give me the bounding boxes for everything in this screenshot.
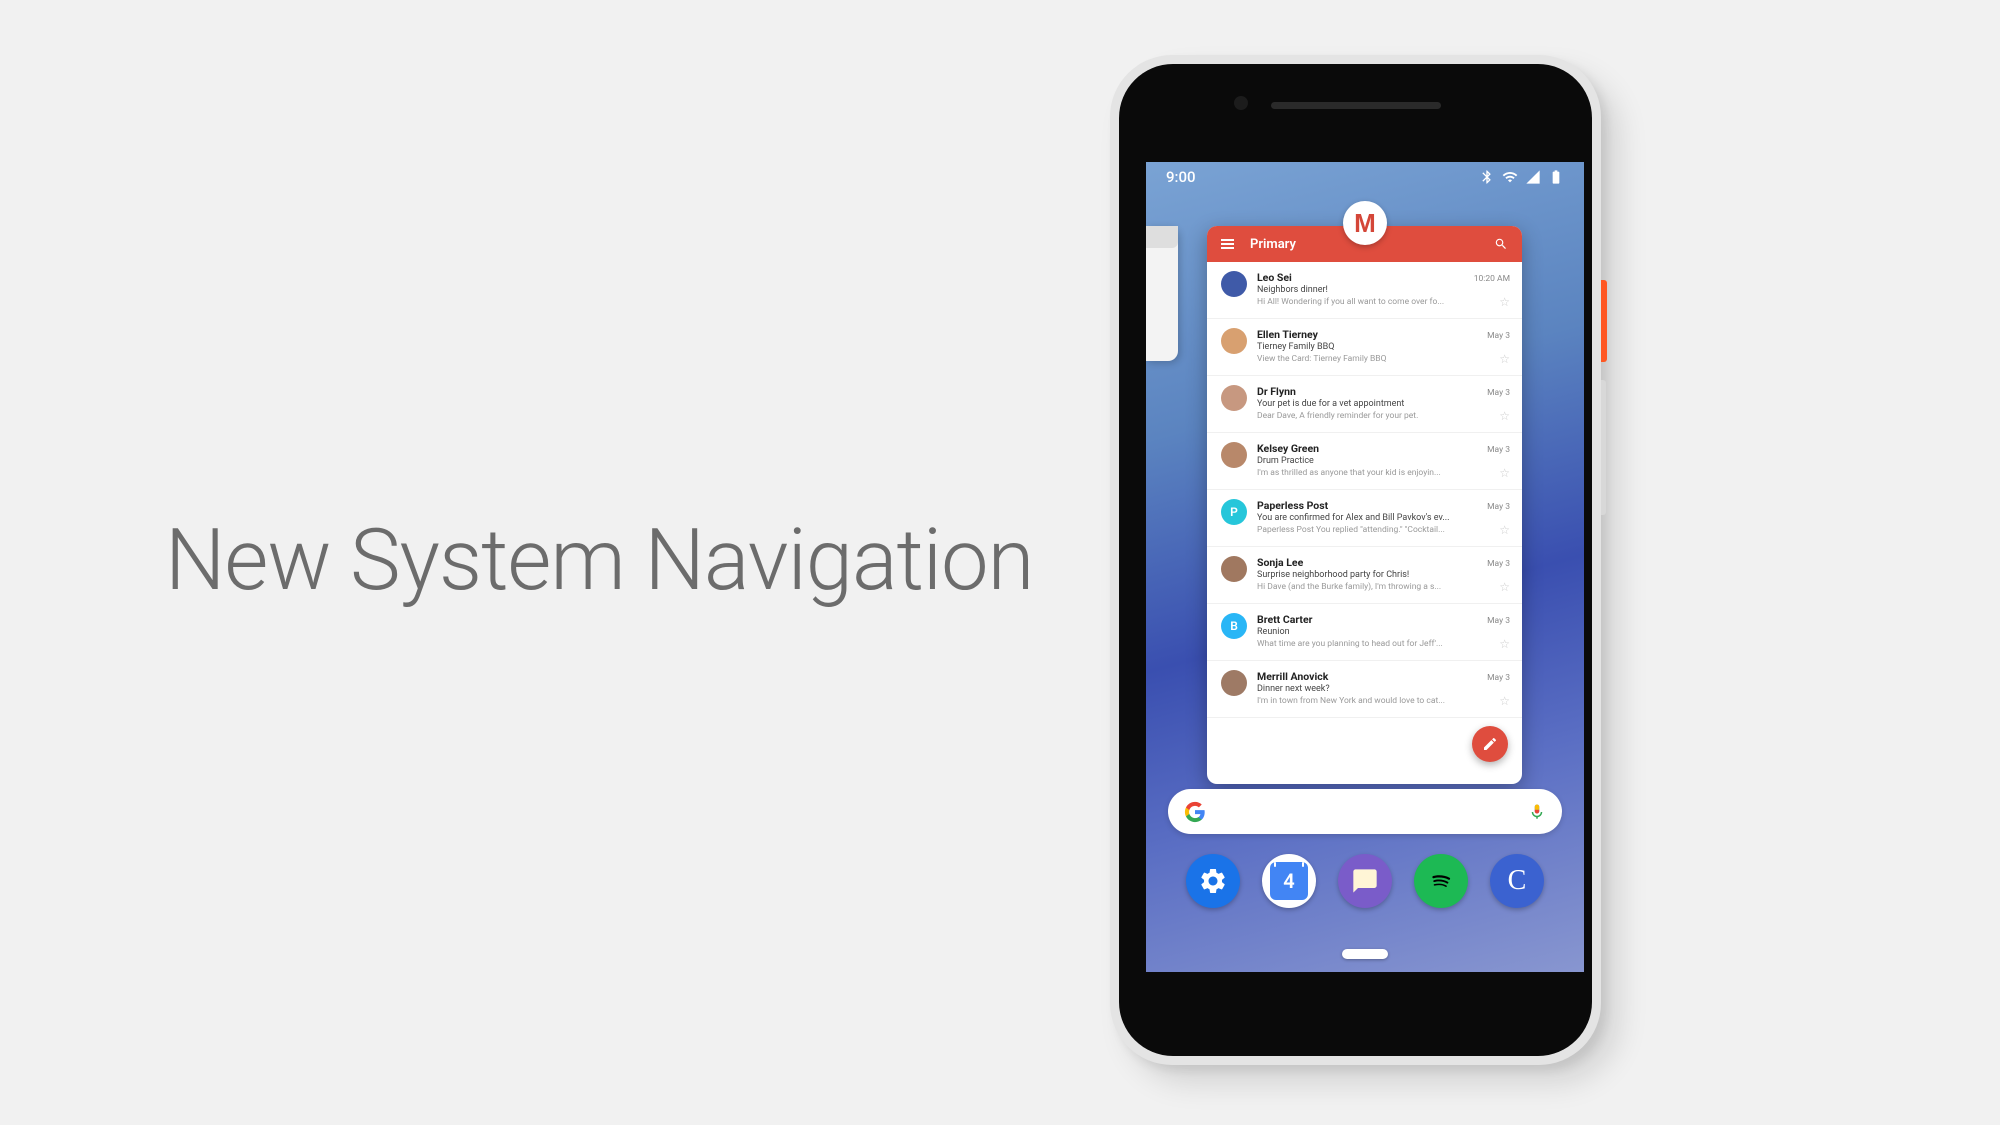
mail-list: Leo Sei 10:20 AM Neighbors dinner! Hi Al… <box>1207 262 1522 718</box>
mail-subject: Tierney Family BBQ <box>1257 342 1510 352</box>
messages-app-icon[interactable] <box>1338 854 1392 908</box>
mail-row[interactable]: Dr Flynn May 3 Your pet is due for a vet… <box>1207 376 1522 433</box>
hamburger-menu-icon[interactable] <box>1221 239 1234 249</box>
phone-bezel: 9:00 M Primary Leo Sei <box>1119 64 1592 1056</box>
bluetooth-icon <box>1479 169 1495 185</box>
star-icon[interactable]: ☆ <box>1499 409 1510 423</box>
mail-sender: Merrill Anovick <box>1257 670 1328 683</box>
status-icons <box>1479 169 1564 185</box>
mail-sender: Kelsey Green <box>1257 442 1319 455</box>
google-g-icon <box>1184 801 1206 823</box>
slide-title: New System Navigation <box>165 510 1033 610</box>
avatar <box>1221 670 1247 696</box>
calendar-day-label: 4 <box>1283 869 1294 893</box>
mail-subject: Drum Practice <box>1257 456 1510 466</box>
mail-sender: Ellen Tierney <box>1257 328 1318 341</box>
app-drawer-handle[interactable] <box>1350 765 1380 768</box>
star-icon[interactable]: ☆ <box>1499 637 1510 651</box>
status-time: 9:00 <box>1166 168 1196 186</box>
mail-subject: Surprise neighborhood party for Chris! <box>1257 570 1510 580</box>
mail-row[interactable]: P Paperless Post May 3 You are confirmed… <box>1207 490 1522 547</box>
gmail-app-icon[interactable]: M <box>1343 201 1387 245</box>
avatar <box>1221 442 1247 468</box>
earpiece-speaker <box>1271 102 1441 109</box>
compose-icon <box>1482 736 1498 752</box>
dock-app-row: 4 C <box>1146 854 1584 908</box>
avatar <box>1221 328 1247 354</box>
mail-subject: Neighbors dinner! <box>1257 285 1510 295</box>
mail-sender: Dr Flynn <box>1257 385 1296 398</box>
phone-screen: 9:00 M Primary Leo Sei <box>1146 162 1584 972</box>
mail-row[interactable]: Merrill Anovick May 3 Dinner next week? … <box>1207 661 1522 718</box>
mail-preview: Paperless Post You replied "attending." … <box>1257 525 1493 535</box>
phone-frame: 9:00 M Primary Leo Sei <box>1110 55 1601 1065</box>
power-button[interactable] <box>1601 280 1607 362</box>
mail-time: May 3 <box>1487 331 1510 341</box>
mail-row[interactable]: Ellen Tierney May 3 Tierney Family BBQ V… <box>1207 319 1522 376</box>
star-icon[interactable]: ☆ <box>1499 580 1510 594</box>
volume-button[interactable] <box>1601 380 1606 515</box>
mail-time: 10:20 AM <box>1474 274 1510 284</box>
gmail-recents-card[interactable]: Primary Leo Sei 10:20 AM Neighbors dinne… <box>1207 226 1522 784</box>
c-app-icon[interactable]: C <box>1490 854 1544 908</box>
mail-sender: Leo Sei <box>1257 271 1292 284</box>
messages-icon <box>1351 867 1379 895</box>
mail-subject: You are confirmed for Alex and Bill Pavk… <box>1257 513 1510 523</box>
wifi-icon <box>1502 169 1518 185</box>
mail-preview: View the Card: Tierney Family BBQ <box>1257 354 1493 364</box>
gmail-icon-letter: M <box>1354 208 1376 239</box>
calendar-app-icon[interactable]: 4 <box>1262 854 1316 908</box>
mail-sender: Sonja Lee <box>1257 556 1303 569</box>
mail-subject: Dinner next week? <box>1257 684 1510 694</box>
front-camera <box>1234 96 1248 110</box>
mail-time: May 3 <box>1487 502 1510 512</box>
home-nav-pill[interactable] <box>1342 949 1388 959</box>
star-icon[interactable]: ☆ <box>1499 466 1510 480</box>
signal-icon <box>1525 169 1541 185</box>
mail-preview: I'm in town from New York and would love… <box>1257 696 1493 706</box>
battery-icon <box>1548 169 1564 185</box>
previous-app-card[interactable] <box>1146 226 1178 361</box>
avatar <box>1221 271 1247 297</box>
mail-time: May 3 <box>1487 673 1510 683</box>
mail-preview: Hi All! Wondering if you all want to com… <box>1257 297 1493 307</box>
star-icon[interactable]: ☆ <box>1499 352 1510 366</box>
star-icon[interactable]: ☆ <box>1499 694 1510 708</box>
mail-time: May 3 <box>1487 559 1510 569</box>
mail-row[interactable]: B Brett Carter May 3 Reunion What time a… <box>1207 604 1522 661</box>
mail-sender: Brett Carter <box>1257 613 1313 626</box>
avatar: B <box>1221 613 1247 639</box>
c-app-letter: C <box>1508 865 1527 897</box>
mail-preview: Hi Dave (and the Burke family), I'm thro… <box>1257 582 1493 592</box>
voice-mic-icon[interactable] <box>1528 803 1546 821</box>
gear-icon <box>1198 866 1228 896</box>
avatar <box>1221 385 1247 411</box>
star-icon[interactable]: ☆ <box>1499 523 1510 537</box>
mail-subject: Your pet is due for a vet appointment <box>1257 399 1510 409</box>
google-search-bar[interactable] <box>1168 789 1562 834</box>
mail-subject: Reunion <box>1257 627 1510 637</box>
spotify-app-icon[interactable] <box>1414 854 1468 908</box>
mail-sender: Paperless Post <box>1257 499 1328 512</box>
avatar: P <box>1221 499 1247 525</box>
mail-time: May 3 <box>1487 388 1510 398</box>
avatar <box>1221 556 1247 582</box>
compose-fab[interactable] <box>1472 726 1508 762</box>
settings-app-icon[interactable] <box>1186 854 1240 908</box>
star-icon[interactable]: ☆ <box>1499 295 1510 309</box>
mail-row[interactable]: Kelsey Green May 3 Drum Practice I'm as … <box>1207 433 1522 490</box>
search-icon[interactable] <box>1494 237 1508 251</box>
mail-preview: Dear Dave, A friendly reminder for your … <box>1257 411 1493 421</box>
mail-preview: What time are you planning to head out f… <box>1257 639 1493 649</box>
mail-row[interactable]: Sonja Lee May 3 Surprise neighborhood pa… <box>1207 547 1522 604</box>
spotify-icon <box>1426 866 1456 896</box>
mail-time: May 3 <box>1487 616 1510 626</box>
mail-time: May 3 <box>1487 445 1510 455</box>
status-bar: 9:00 <box>1146 162 1584 192</box>
mail-preview: I'm as thrilled as anyone that your kid … <box>1257 468 1493 478</box>
mail-row[interactable]: Leo Sei 10:20 AM Neighbors dinner! Hi Al… <box>1207 262 1522 319</box>
